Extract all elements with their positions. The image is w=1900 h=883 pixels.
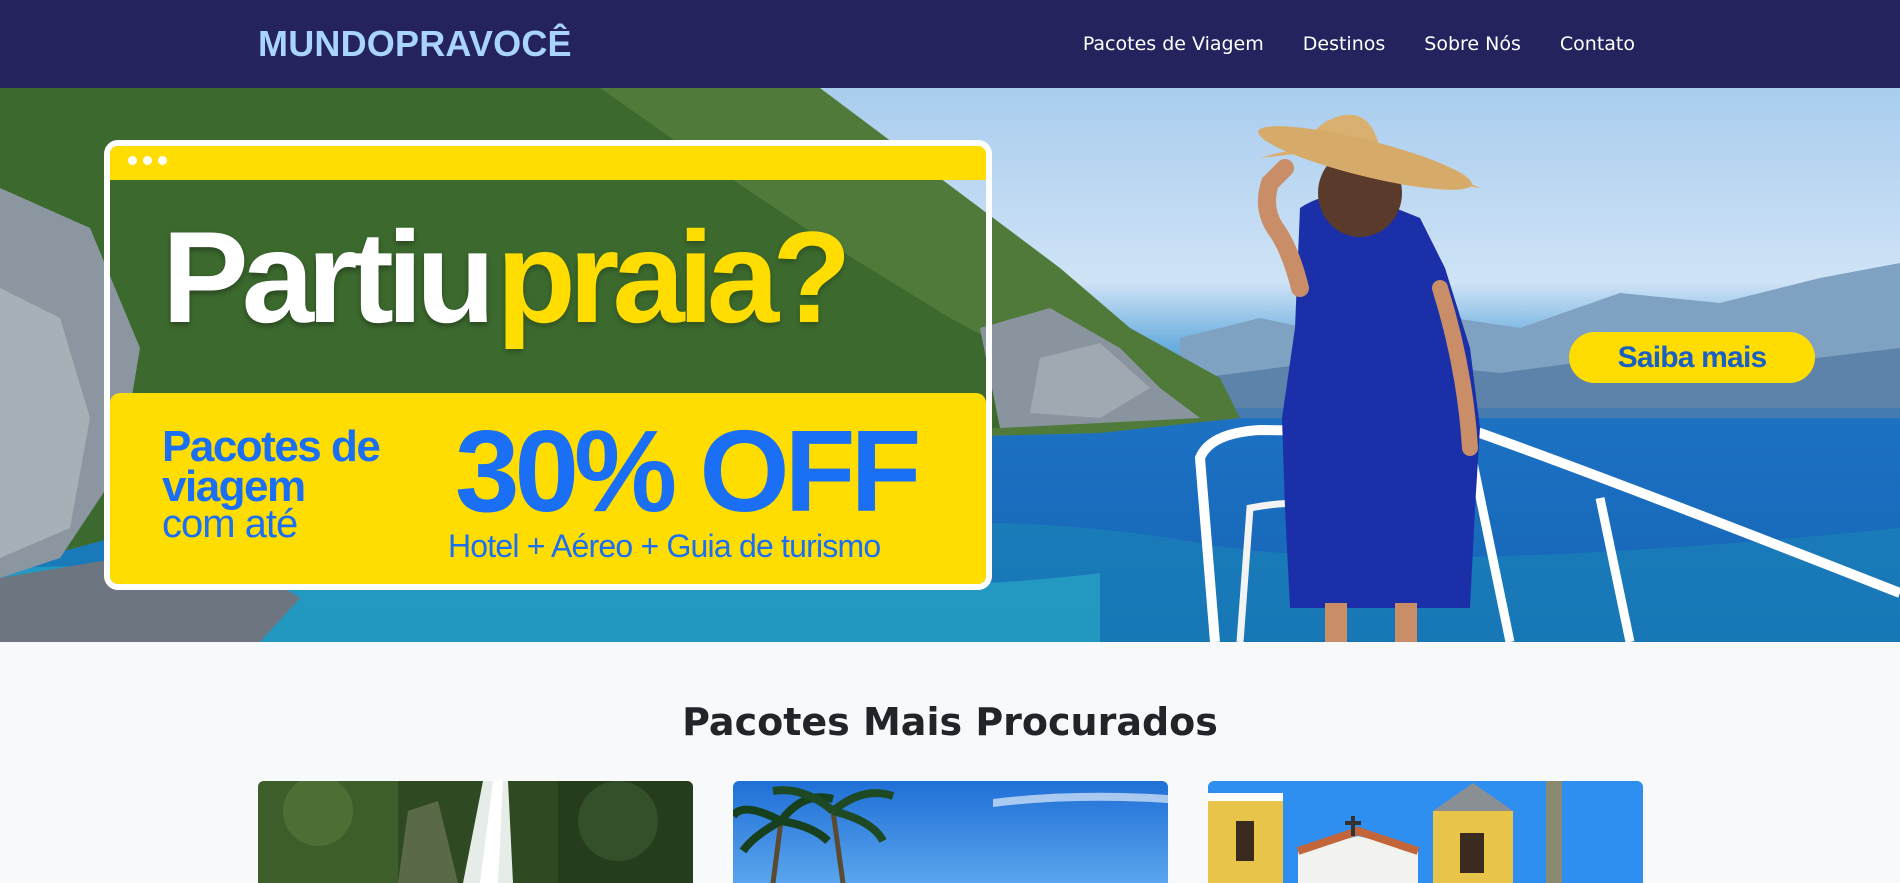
promo-card: Partiupraia? Pacotes de viagem com até 3…	[104, 140, 992, 590]
promo-offer-panel: Pacotes de viagem com até 30% OFF Hotel …	[110, 393, 986, 584]
promo-headline: Partiupraia?	[162, 212, 852, 342]
palm-trees-beach-image	[733, 781, 1168, 883]
headline-word-praia: praia?	[496, 204, 851, 350]
package-card-waterfall[interactable]	[258, 781, 693, 883]
nav-link-sobre[interactable]: Sobre Nós	[1424, 33, 1521, 55]
section-title: Pacotes Mais Procurados	[682, 700, 1218, 744]
nav-link-pacotes[interactable]: Pacotes de Viagem	[1083, 33, 1264, 55]
waterfall-forest-image	[258, 781, 693, 883]
navbar: MUNDOPRAVOCÊ Pacotes de Viagem Destinos …	[0, 0, 1900, 88]
brand-logo[interactable]: MUNDOPRAVOCÊ	[258, 0, 572, 88]
package-card-beach[interactable]	[733, 781, 1168, 883]
nav-link-destinos[interactable]: Destinos	[1303, 33, 1386, 55]
package-text: Pacotes de viagem com até	[162, 422, 412, 547]
package-line-2: viagem	[162, 461, 306, 511]
saiba-mais-button[interactable]: Saiba mais	[1569, 332, 1815, 383]
colonial-church-image	[1208, 781, 1643, 883]
package-card-church[interactable]	[1208, 781, 1643, 883]
discount-text: 30% OFF	[455, 406, 921, 536]
window-dots-icon	[128, 156, 167, 165]
headline-word-partiu: Partiu	[162, 204, 495, 350]
package-line-1: Pacotes de	[162, 422, 381, 471]
nav-link-contato[interactable]: Contato	[1560, 33, 1635, 55]
hero-banner[interactable]: Partiupraia? Pacotes de viagem com até 3…	[0, 88, 1900, 642]
discount-subtitle: Hotel + Aéreo + Guia de turismo	[448, 528, 881, 564]
nav-links: Pacotes de Viagem Destinos Sobre Nós Con…	[1083, 0, 1635, 88]
promo-window-bar	[110, 146, 986, 180]
package-line-3: com até	[162, 502, 298, 547]
